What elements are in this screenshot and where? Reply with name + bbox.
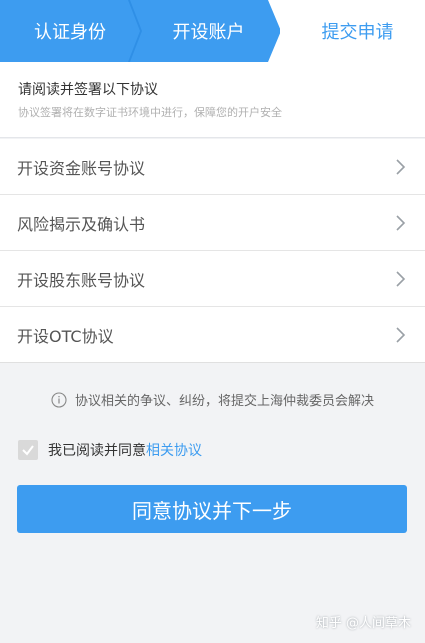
agree-next-button[interactable]: 同意协议并下一步	[17, 485, 407, 533]
step-progress-bar: 认证身份 开设账户 提交申请	[0, 0, 425, 62]
agreement-item-fund-account[interactable]: 开设资金账号协议	[0, 139, 425, 195]
agreement-item-otc[interactable]: 开设OTC协议	[0, 307, 425, 363]
step-submit-application: 提交申请	[280, 0, 425, 62]
agreement-label: 开设股东账号协议	[17, 270, 146, 290]
agreement-list: 开设资金账号协议 风险揭示及确认书 开设股东账号协议 开设OTC协议	[0, 139, 425, 363]
watermark: 知乎 @人间草木	[315, 616, 411, 631]
chevron-right-icon	[396, 159, 406, 175]
arbitration-notice: 协议相关的争议、纠纷，将提交上海仲裁委员会解决	[0, 390, 425, 409]
step-open-account: 开设账户	[126, 0, 281, 62]
notice-text: 协议相关的争议、纠纷，将提交上海仲裁委员会解决	[74, 394, 374, 409]
chevron-right-icon	[396, 215, 406, 231]
intro-subtitle: 协议签署将在数字证书环境中进行，保障您的开户安全	[18, 106, 282, 119]
chevron-right-icon	[396, 327, 406, 343]
agreement-item-risk-disclosure[interactable]: 风险揭示及确认书	[0, 195, 425, 251]
step-label: 开设账户	[172, 22, 245, 43]
agreement-label: 开设OTC协议	[17, 326, 114, 346]
checkmark-icon	[22, 445, 34, 456]
step-label: 认证身份	[34, 22, 106, 43]
intro-title: 请阅读并签署以下协议	[18, 82, 158, 98]
info-icon	[51, 391, 67, 408]
agreement-intro: 请阅读并签署以下协议 协议签署将在数字证书环境中进行，保障您的开户安全	[0, 62, 425, 138]
chevron-right-icon	[396, 271, 406, 287]
agreement-item-shareholder-account[interactable]: 开设股东账号协议	[0, 251, 425, 307]
step-label: 提交申请	[321, 22, 394, 43]
agreement-label: 开设资金账号协议	[17, 158, 146, 178]
agreement-label: 风险揭示及确认书	[17, 214, 146, 234]
step-verify-identity: 认证身份	[0, 0, 140, 62]
consent-row: 我已阅读并同意 相关协议	[18, 440, 202, 460]
consent-text: 我已阅读并同意	[48, 443, 146, 459]
related-agreements-link[interactable]: 相关协议	[146, 440, 202, 460]
consent-checkbox[interactable]	[18, 440, 38, 460]
